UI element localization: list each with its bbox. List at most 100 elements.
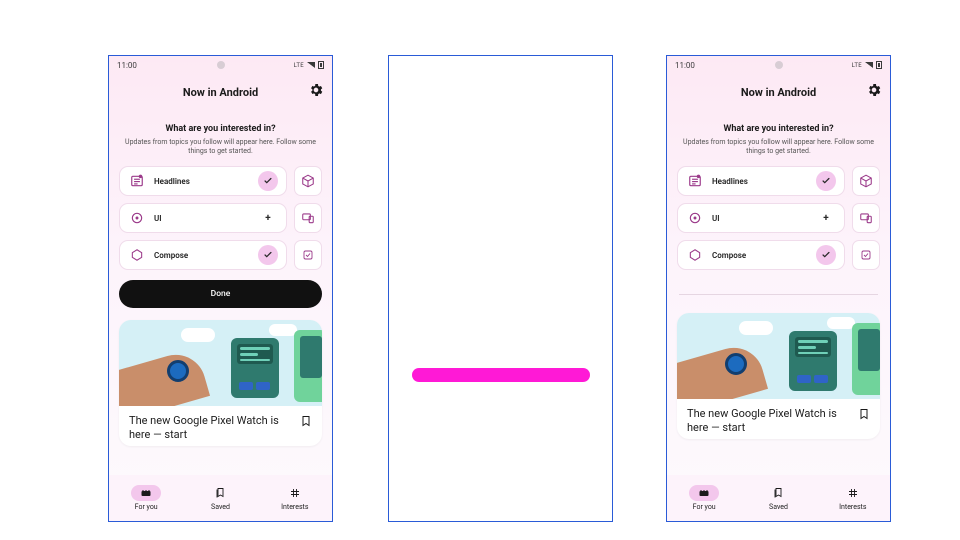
ui-icon	[128, 209, 146, 227]
network-label: LTE	[852, 62, 862, 69]
app-bar: Now in Android	[109, 78, 332, 106]
check-icon	[263, 176, 273, 186]
compose-icon	[686, 246, 704, 264]
topic-side-chip[interactable]	[852, 203, 880, 233]
network-label: LTE	[294, 62, 304, 69]
nav-item-saved[interactable]: Saved	[183, 475, 257, 521]
bookmark-button[interactable]	[858, 407, 870, 421]
check-square-icon	[860, 249, 872, 261]
topic-row: UI +	[677, 203, 880, 233]
onboarding-subheading: Updates from topics you follow will appe…	[125, 138, 316, 156]
feed-card[interactable]: The new Google Pixel Watch is here — sta…	[677, 313, 880, 439]
onboarding-subheading: Updates from topics you follow will appe…	[683, 138, 874, 156]
nav-label: Interests	[281, 503, 308, 511]
topic-side-chip[interactable]	[852, 166, 880, 196]
done-label: Done	[211, 289, 231, 299]
topic-side-chip[interactable]	[294, 166, 322, 196]
app-bar: Now in Android	[667, 78, 890, 106]
topic-row: UI +	[119, 203, 322, 233]
topic-chip-ui[interactable]: UI +	[677, 203, 845, 233]
check-icon	[821, 250, 831, 260]
phone-screenshot-before: 11:00 LTE Now in Android What are you in…	[108, 55, 333, 522]
check-icon	[821, 176, 831, 186]
app-title: Now in Android	[741, 86, 816, 99]
status-time: 11:00	[675, 61, 695, 70]
topic-label: Headlines	[154, 177, 250, 186]
phone-screenshot-after: 11:00 LTE Now in Android What are you in…	[666, 55, 891, 522]
devices-icon	[859, 211, 873, 225]
check-icon	[263, 250, 273, 260]
saved-icon	[763, 485, 793, 501]
gear-icon	[866, 82, 882, 98]
feed-card[interactable]: The new Google Pixel Watch is here — sta…	[119, 320, 322, 446]
nav-label: For you	[135, 503, 158, 511]
cube-icon	[859, 174, 873, 188]
topic-chip-compose[interactable]: Compose	[677, 240, 845, 270]
done-button[interactable]: Done	[119, 280, 322, 308]
saved-icon	[205, 485, 235, 501]
topic-chip-compose[interactable]: Compose	[119, 240, 287, 270]
nav-label: For you	[693, 503, 716, 511]
comparison-highlight-pill	[412, 368, 590, 382]
topic-chip-headlines[interactable]: Headlines	[677, 166, 845, 196]
interests-icon	[280, 485, 310, 501]
topic-toggle[interactable]	[258, 245, 278, 265]
topic-toggle[interactable]: +	[816, 208, 836, 228]
topic-toggle[interactable]: +	[258, 208, 278, 228]
nav-label: Saved	[769, 503, 788, 511]
front-camera-dot	[217, 61, 225, 69]
topic-chip-ui[interactable]: UI +	[119, 203, 287, 233]
onboarding-heading: What are you interested in?	[667, 124, 890, 134]
topic-side-chip[interactable]	[852, 240, 880, 270]
bookmark-button[interactable]	[300, 414, 312, 428]
compose-icon	[128, 246, 146, 264]
topic-row: Compose	[119, 240, 322, 270]
divider	[679, 294, 878, 295]
topic-row: Headlines	[677, 166, 880, 196]
nav-label: Interests	[839, 503, 866, 511]
check-square-icon	[302, 249, 314, 261]
phone-screenshot-test	[388, 55, 613, 522]
topic-row: Headlines	[119, 166, 322, 196]
topic-chip-headlines[interactable]: Headlines	[119, 166, 287, 196]
nav-label: Saved	[211, 503, 230, 511]
topics-list: Headlines UI +	[109, 166, 332, 270]
nav-item-saved[interactable]: Saved	[741, 475, 815, 521]
headlines-icon	[686, 172, 704, 190]
topic-toggle[interactable]	[816, 171, 836, 191]
topic-toggle[interactable]	[258, 171, 278, 191]
nav-item-foryou[interactable]: For you	[667, 475, 741, 521]
topic-label: Headlines	[712, 177, 808, 186]
topic-toggle[interactable]	[816, 245, 836, 265]
settings-button[interactable]	[308, 82, 324, 98]
signal-icon	[307, 62, 315, 68]
feed-card-illustration	[119, 320, 322, 406]
topic-side-chip[interactable]	[294, 203, 322, 233]
front-camera-dot	[775, 61, 783, 69]
app-title: Now in Android	[183, 86, 258, 99]
status-time: 11:00	[117, 61, 137, 70]
topics-list: Headlines UI +	[667, 166, 890, 270]
signal-icon	[865, 62, 873, 68]
topic-label: UI	[712, 214, 808, 223]
bottom-nav: For you Saved Interests	[667, 475, 890, 521]
onboarding-heading: What are you interested in?	[109, 124, 332, 134]
battery-icon	[876, 61, 882, 69]
devices-icon	[301, 211, 315, 225]
ui-icon	[686, 209, 704, 227]
settings-button[interactable]	[866, 82, 882, 98]
topic-side-chip[interactable]	[294, 240, 322, 270]
nav-item-interests[interactable]: Interests	[258, 475, 332, 521]
bottom-nav: For you Saved Interests	[109, 475, 332, 521]
feed-card-title: The new Google Pixel Watch is here — sta…	[129, 414, 292, 442]
nav-item-interests[interactable]: Interests	[816, 475, 890, 521]
nav-item-foryou[interactable]: For you	[109, 475, 183, 521]
topic-label: Compose	[154, 251, 250, 260]
gear-icon	[308, 82, 324, 98]
feed-card-illustration	[677, 313, 880, 399]
foryou-icon	[131, 485, 161, 501]
foryou-icon	[689, 485, 719, 501]
headlines-icon	[128, 172, 146, 190]
interests-icon	[838, 485, 868, 501]
cube-icon	[301, 174, 315, 188]
